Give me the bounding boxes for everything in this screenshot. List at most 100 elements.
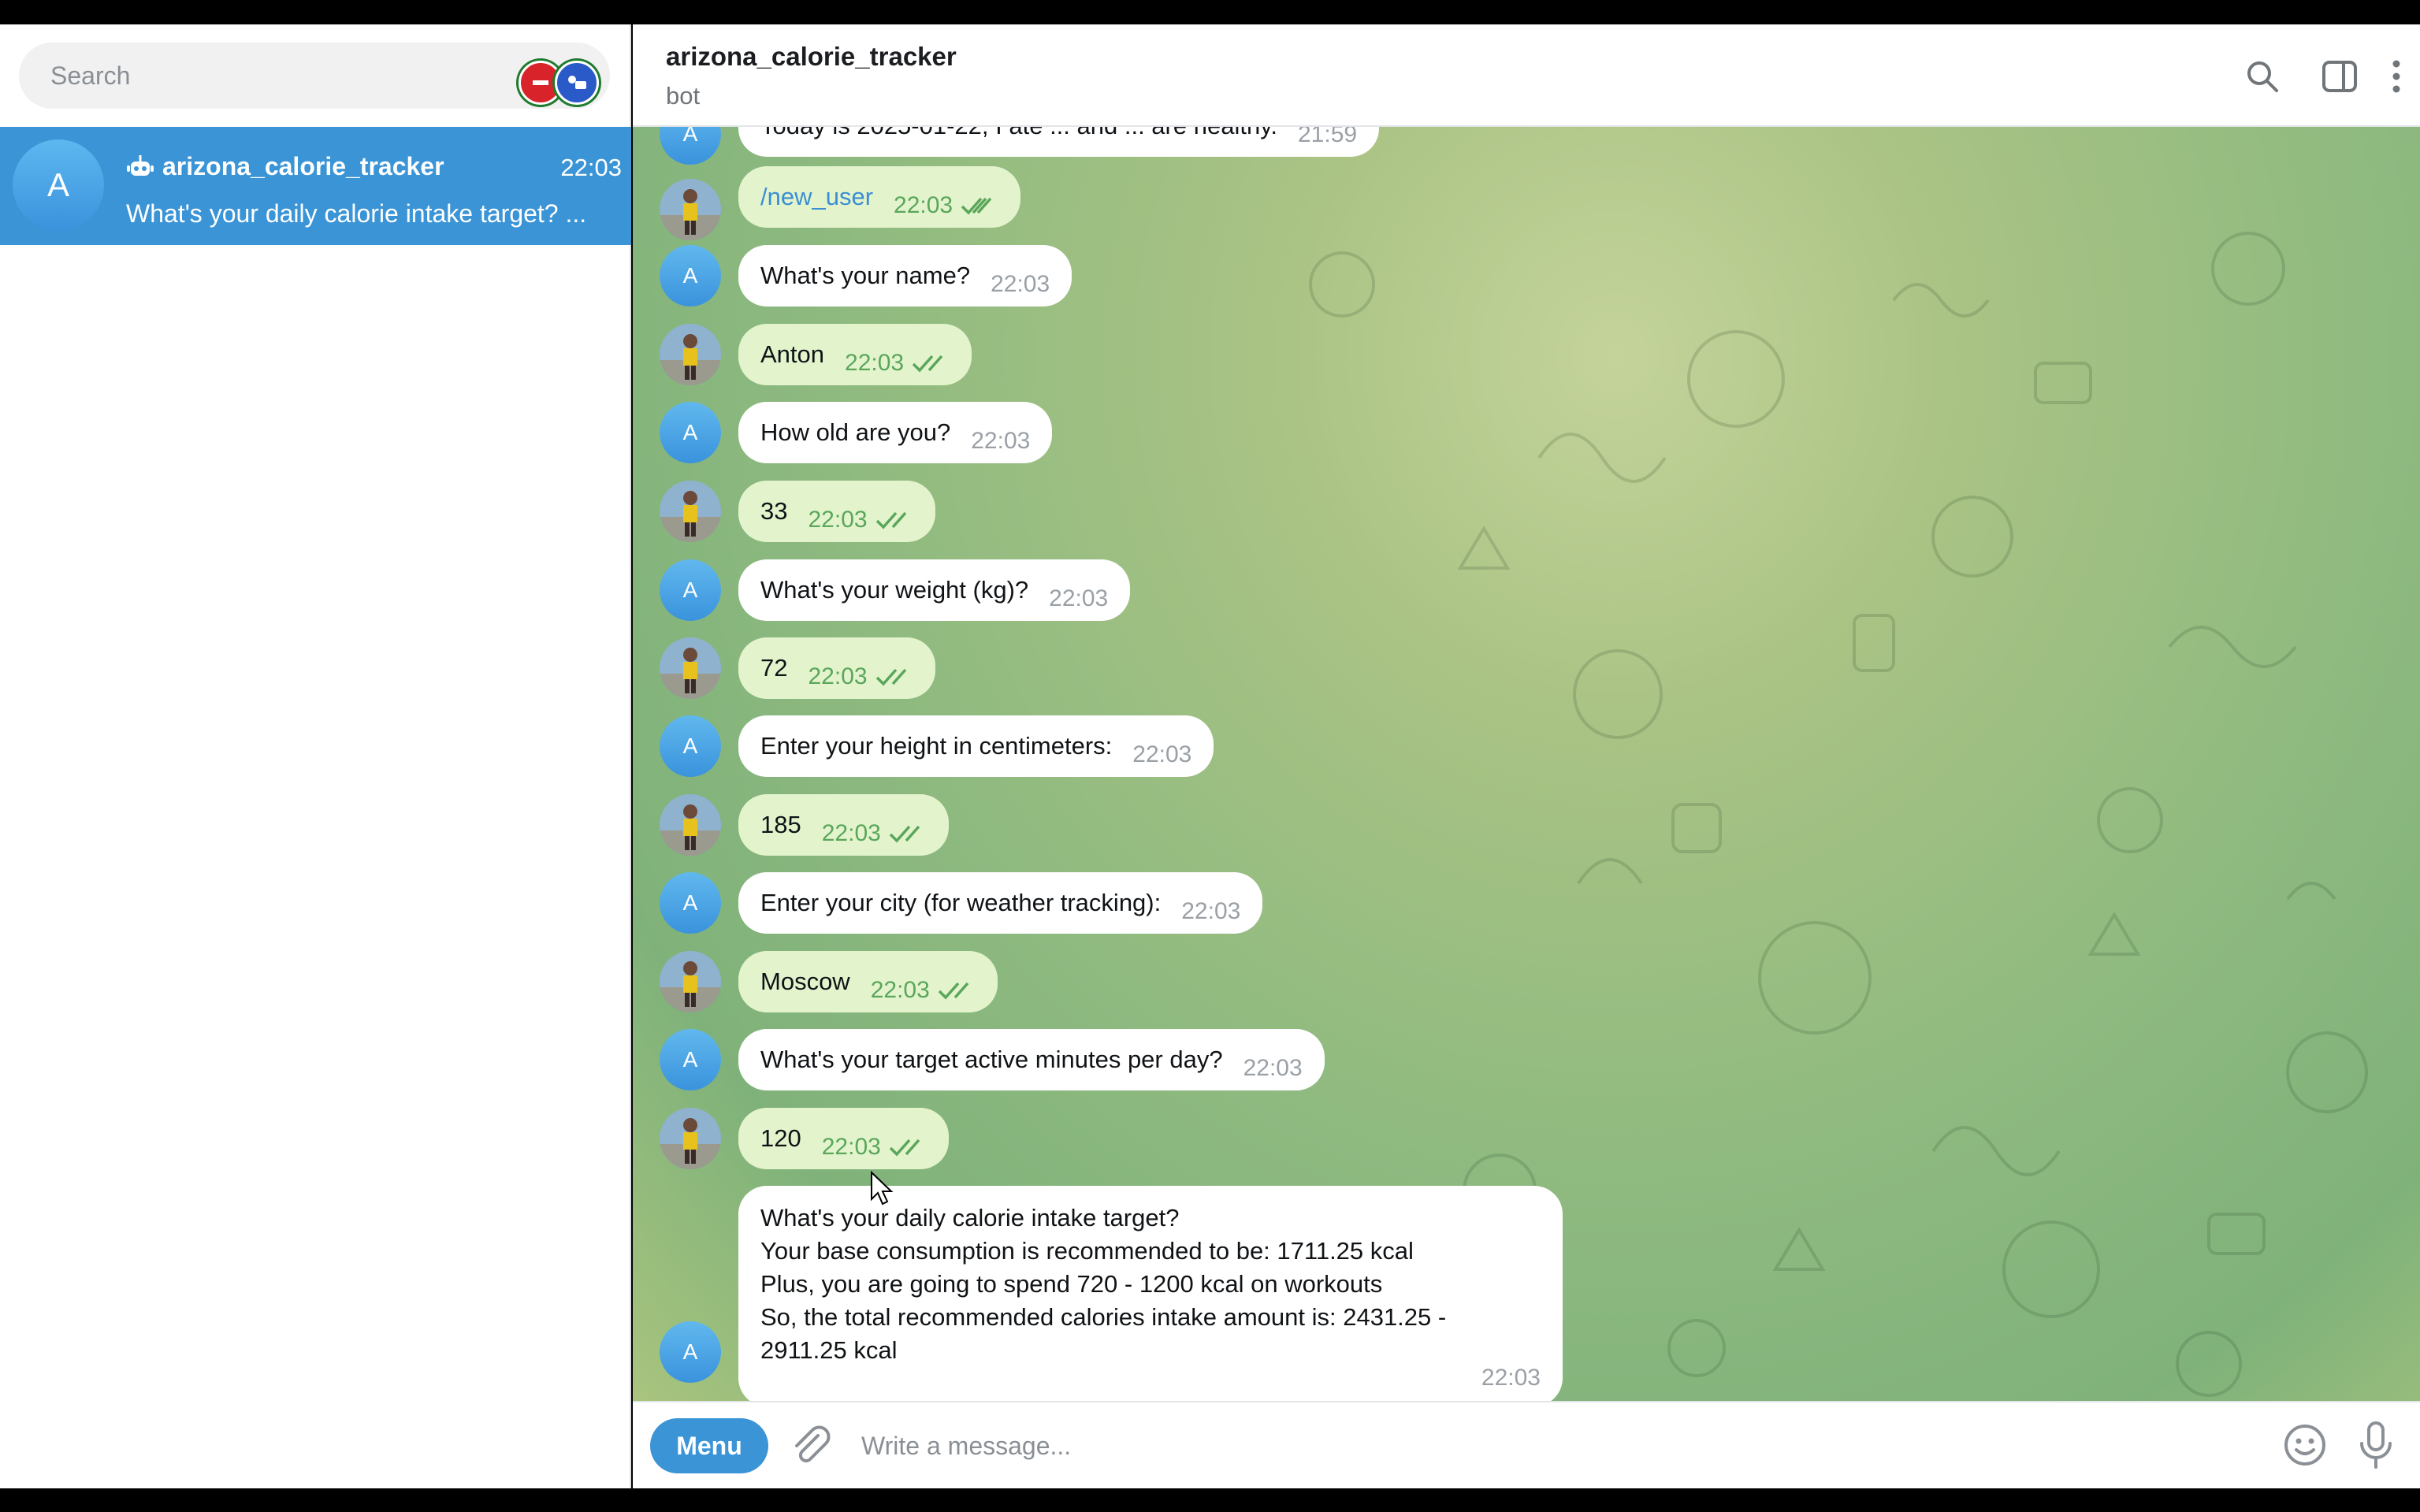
microphone-icon[interactable]: [2352, 1420, 2400, 1470]
user-avatar[interactable]: [660, 794, 721, 856]
message-time: 21:59: [1298, 127, 1358, 147]
search-input[interactable]: [50, 43, 492, 109]
avatar-letter: A: [46, 166, 69, 203]
message-text: 72: [760, 654, 788, 682]
message-time: 22:03: [808, 507, 868, 533]
bot-avatar[interactable]: A: [660, 559, 721, 621]
user-avatar[interactable]: [660, 324, 721, 385]
message-bubble[interactable]: Today is 2025-01-22, I ate ... and ... a…: [738, 127, 1380, 157]
avatar-letter: A: [682, 1047, 698, 1072]
avatar: A: [13, 139, 104, 231]
message-bubble[interactable]: What's your target active minutes per da…: [738, 1029, 1325, 1090]
message-text: So, the total recommended calories intak…: [760, 1303, 1447, 1331]
sidebar-toggle-button[interactable]: [2318, 54, 2362, 98]
message-bubble[interactable]: 33 22:03: [738, 481, 935, 542]
chat-time: 22:03: [560, 154, 622, 181]
message-time: 22:03: [1481, 1365, 1541, 1391]
message-composer: Menu: [633, 1401, 2420, 1488]
message-text: What's your daily calorie intake target?: [760, 1204, 1180, 1232]
message-time: 22:03: [971, 428, 1031, 454]
user-avatar[interactable]: [660, 637, 721, 699]
message-text: Your base consumption is recommended to …: [760, 1237, 1414, 1265]
avatar-letter: A: [682, 734, 698, 758]
search-icon: [2247, 61, 2278, 92]
extension-badge-icon[interactable]: [555, 61, 599, 105]
user-photo-icon: [660, 1108, 721, 1169]
avatar-letter: A: [682, 127, 698, 146]
message-time: 22:03: [870, 977, 930, 1003]
message-text: 185: [760, 811, 801, 838]
user-photo-icon: [660, 179, 721, 240]
chat-list-item[interactable]: A arizona_calorie_tracker 22:03 What's y…: [0, 127, 631, 245]
command-link[interactable]: /new_user: [760, 183, 873, 210]
user-avatar[interactable]: [660, 951, 721, 1012]
user-photo-icon: [660, 794, 721, 856]
message-bubble[interactable]: /new_user 22:03: [738, 166, 1021, 228]
bot-avatar[interactable]: A: [660, 872, 721, 934]
bot-icon: [127, 155, 154, 176]
bot-avatar[interactable]: A: [660, 402, 721, 463]
message-text: Anton: [760, 340, 825, 368]
message-text: What's your name?: [760, 262, 971, 289]
more-options-button[interactable]: [2374, 54, 2418, 98]
message-bubble[interactable]: How old are you? 22:03: [738, 402, 1053, 463]
message-text: Moscow: [760, 968, 850, 995]
sidebar-toggle-icon: [2322, 61, 2357, 92]
chat-header[interactable]: arizona_calorie_tracker bot: [633, 24, 2420, 127]
chat-list-sidebar: A arizona_calorie_tracker 22:03 What's y…: [0, 24, 631, 1488]
message-text: 120: [760, 1124, 801, 1152]
message-time: 22:03: [894, 192, 954, 218]
message-bubble[interactable]: 120 22:03: [738, 1108, 949, 1169]
read-ticks-icon: [889, 825, 920, 843]
message-time: 22:03: [821, 1134, 881, 1160]
message-time: 22:03: [808, 663, 868, 689]
user-avatar[interactable]: [660, 481, 721, 542]
message-bubble[interactable]: Enter your height in centimeters: 22:03: [738, 715, 1214, 777]
search-button[interactable]: [2240, 54, 2284, 98]
emoji-icon[interactable]: [2281, 1421, 2329, 1469]
chat-title[interactable]: arizona_calorie_tracker: [666, 42, 957, 72]
user-avatar[interactable]: [660, 1108, 721, 1169]
message-time: 22:03: [1132, 741, 1192, 767]
avatar-letter: A: [682, 890, 698, 915]
attach-icon[interactable]: [786, 1421, 834, 1469]
message-time: 22:03: [821, 820, 881, 846]
user-photo-icon: [660, 637, 721, 699]
message-bubble[interactable]: 72 22:03: [738, 637, 935, 699]
message-time: 22:03: [1181, 898, 1241, 924]
message-bubble[interactable]: Enter your city (for weather tracking): 2…: [738, 872, 1263, 934]
user-photo-icon: [660, 324, 721, 385]
bot-menu-button[interactable]: Menu: [650, 1418, 768, 1473]
message-text: How old are you?: [760, 418, 951, 446]
chat-preview: What's your daily calorie intake target?…: [126, 199, 587, 228]
message-bubble[interactable]: What's your weight (kg)? 22:03: [738, 559, 1131, 621]
mouse-cursor-icon: [871, 1171, 894, 1206]
user-avatar[interactable]: [660, 179, 721, 240]
message-bubble[interactable]: 185 22:03: [738, 794, 949, 856]
bot-avatar[interactable]: A: [660, 715, 721, 777]
message-text: What's your target active minutes per da…: [760, 1046, 1223, 1073]
avatar-letter: A: [682, 263, 698, 288]
message-text: Plus, you are going to spend 720 - 1200 …: [760, 1270, 1383, 1298]
message-text: Today is 2025-01-22, I ate ... and ... a…: [760, 127, 1277, 139]
avatar-letter: A: [682, 420, 698, 444]
message-text: Enter your city (for weather tracking):: [760, 889, 1162, 916]
bot-avatar[interactable]: A: [660, 245, 721, 306]
bot-avatar[interactable]: A: [660, 1029, 721, 1090]
message-text: 33: [760, 497, 788, 525]
chat-subtitle: bot: [666, 82, 701, 110]
message-bubble[interactable]: Anton 22:03: [738, 324, 972, 385]
bot-avatar[interactable]: A: [660, 1321, 721, 1383]
message-text: Enter your height in centimeters:: [760, 732, 1113, 760]
message-bubble[interactable]: What's your daily calorie intake target?…: [738, 1186, 1563, 1401]
message-bubble[interactable]: What's your name? 22:03: [738, 245, 1072, 306]
message-time: 22:03: [845, 350, 905, 376]
read-ticks-icon: [912, 355, 943, 373]
message-input[interactable]: [861, 1420, 2043, 1472]
chat-name: arizona_calorie_tracker: [162, 152, 444, 180]
message-time: 22:03: [1049, 585, 1109, 611]
search-box[interactable]: [19, 43, 610, 109]
message-bubble[interactable]: Moscow 22:03: [738, 951, 998, 1012]
messages-area[interactable]: A Today is 2025-01-22, I ate ... and ...…: [633, 127, 2420, 1401]
user-photo-icon: [660, 951, 721, 1012]
